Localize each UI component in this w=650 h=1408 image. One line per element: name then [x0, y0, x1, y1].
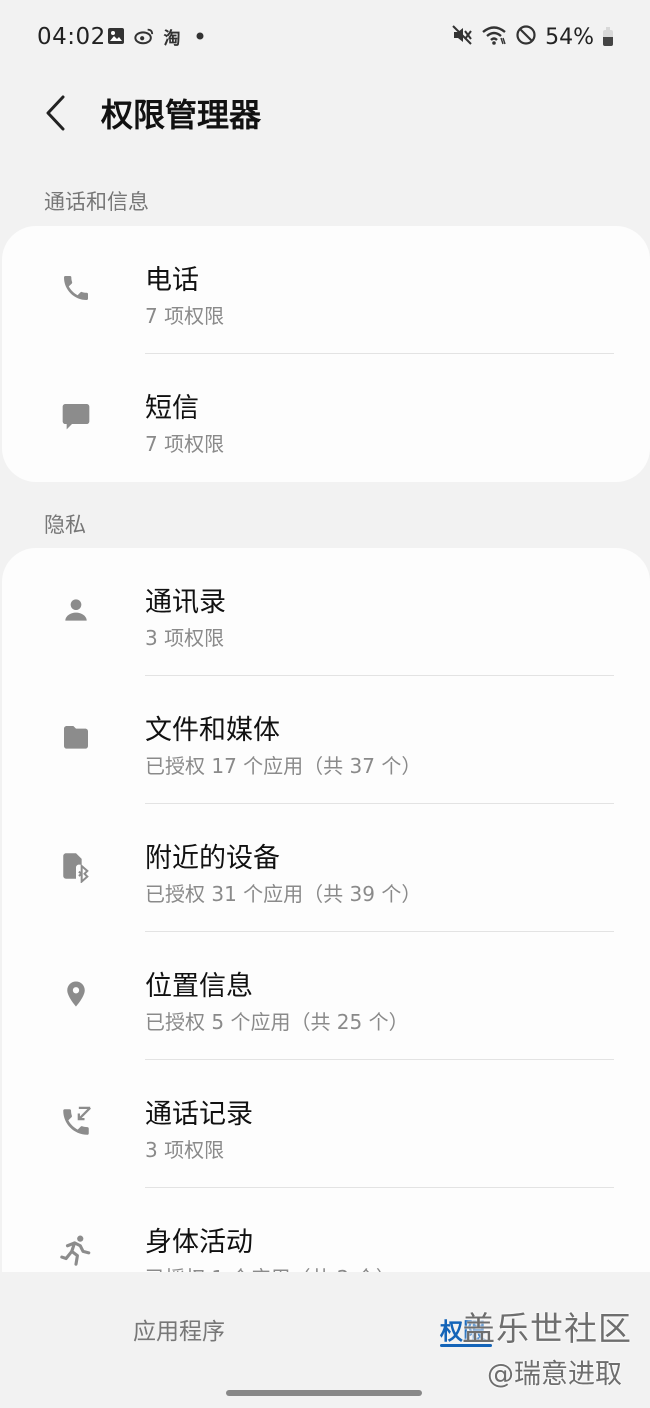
permission-subtitle: 已授权 1 个应用（共 2 个） [145, 1262, 396, 1272]
section-header-privacy: 隐私 [44, 513, 86, 537]
permission-item-physical-activity[interactable]: 身体活动 已授权 1 个应用（共 2 个） [2, 1188, 650, 1272]
taobao-icon: 淘 [163, 28, 181, 49]
dot-icon [190, 26, 210, 46]
card-calls-messages: 电话 7 项权限 短信 7 项权限 [2, 226, 650, 482]
permission-title: 短信 [145, 393, 199, 424]
permission-title: 身体活动 [145, 1227, 253, 1258]
permission-subtitle: 已授权 31 个应用（共 39 个） [145, 882, 422, 906]
permission-subtitle: 已授权 5 个应用（共 25 个） [145, 1010, 409, 1034]
wifi-icon [481, 24, 507, 50]
permission-title: 通话记录 [145, 1099, 253, 1130]
bottom-navigation: 应用程序 权限 盖乐世社区 @瑞意进取 [0, 1272, 650, 1408]
permission-item-location[interactable]: 位置信息 已授权 5 个应用（共 25 个） [2, 932, 650, 1060]
permission-item-contacts[interactable]: 通讯录 3 项权限 [2, 548, 650, 676]
mute-icon [451, 24, 473, 50]
status-system-icons: 54% [451, 24, 614, 50]
activity-icon [58, 1232, 94, 1268]
page-title: 权限管理器 [101, 96, 262, 134]
message-icon [58, 398, 94, 434]
watermark-author: @瑞意进取 [487, 1359, 622, 1390]
permission-subtitle: 3 项权限 [145, 1138, 225, 1162]
permission-subtitle: 已授权 17 个应用（共 37 个） [145, 754, 422, 778]
permission-title: 附近的设备 [145, 843, 280, 874]
do-not-disturb-icon [515, 24, 537, 50]
permission-title: 位置信息 [145, 971, 253, 1002]
status-notification-icons: 淘 [106, 26, 210, 49]
home-indicator[interactable] [226, 1390, 422, 1396]
watermark-community: 盖乐世社区 [462, 1309, 632, 1348]
battery-percentage: 54% [545, 24, 594, 50]
folder-icon [58, 720, 94, 756]
permission-item-call-log[interactable]: 通话记录 3 项权限 [2, 1060, 650, 1188]
permission-item-sms[interactable]: 短信 7 项权限 [2, 354, 650, 482]
location-icon [58, 976, 94, 1012]
gallery-icon [106, 26, 126, 46]
contacts-icon [58, 592, 94, 628]
back-button[interactable] [30, 88, 80, 138]
section-header-calls-messages: 通话和信息 [44, 190, 149, 214]
app-bar: 权限管理器 [0, 76, 650, 148]
permission-item-files-media[interactable]: 文件和媒体 已授权 17 个应用（共 37 个） [2, 676, 650, 804]
permission-subtitle: 7 项权限 [145, 304, 225, 328]
battery-icon [602, 27, 614, 47]
permission-subtitle: 7 项权限 [145, 432, 225, 456]
call-log-icon [58, 1104, 94, 1140]
permission-item-phone[interactable]: 电话 7 项权限 [2, 226, 650, 354]
chevron-left-icon [46, 95, 65, 131]
permission-title: 通讯录 [145, 587, 226, 618]
permission-subtitle: 3 项权限 [145, 626, 225, 650]
weibo-icon [134, 26, 154, 46]
phone-icon [58, 270, 94, 306]
tab-apps[interactable]: 应用程序 [133, 1312, 225, 1346]
status-bar: 04:02 淘 54% [0, 0, 650, 76]
permission-title: 电话 [145, 265, 199, 296]
card-privacy: 通讯录 3 项权限 文件和媒体 已授权 17 个应用（共 37 个） 附近的设备… [2, 548, 650, 1272]
status-time: 04:02 [37, 24, 106, 50]
permission-title: 文件和媒体 [145, 715, 280, 746]
nearby-devices-icon [58, 848, 94, 884]
permission-item-nearby-devices[interactable]: 附近的设备 已授权 31 个应用（共 39 个） [2, 804, 650, 932]
